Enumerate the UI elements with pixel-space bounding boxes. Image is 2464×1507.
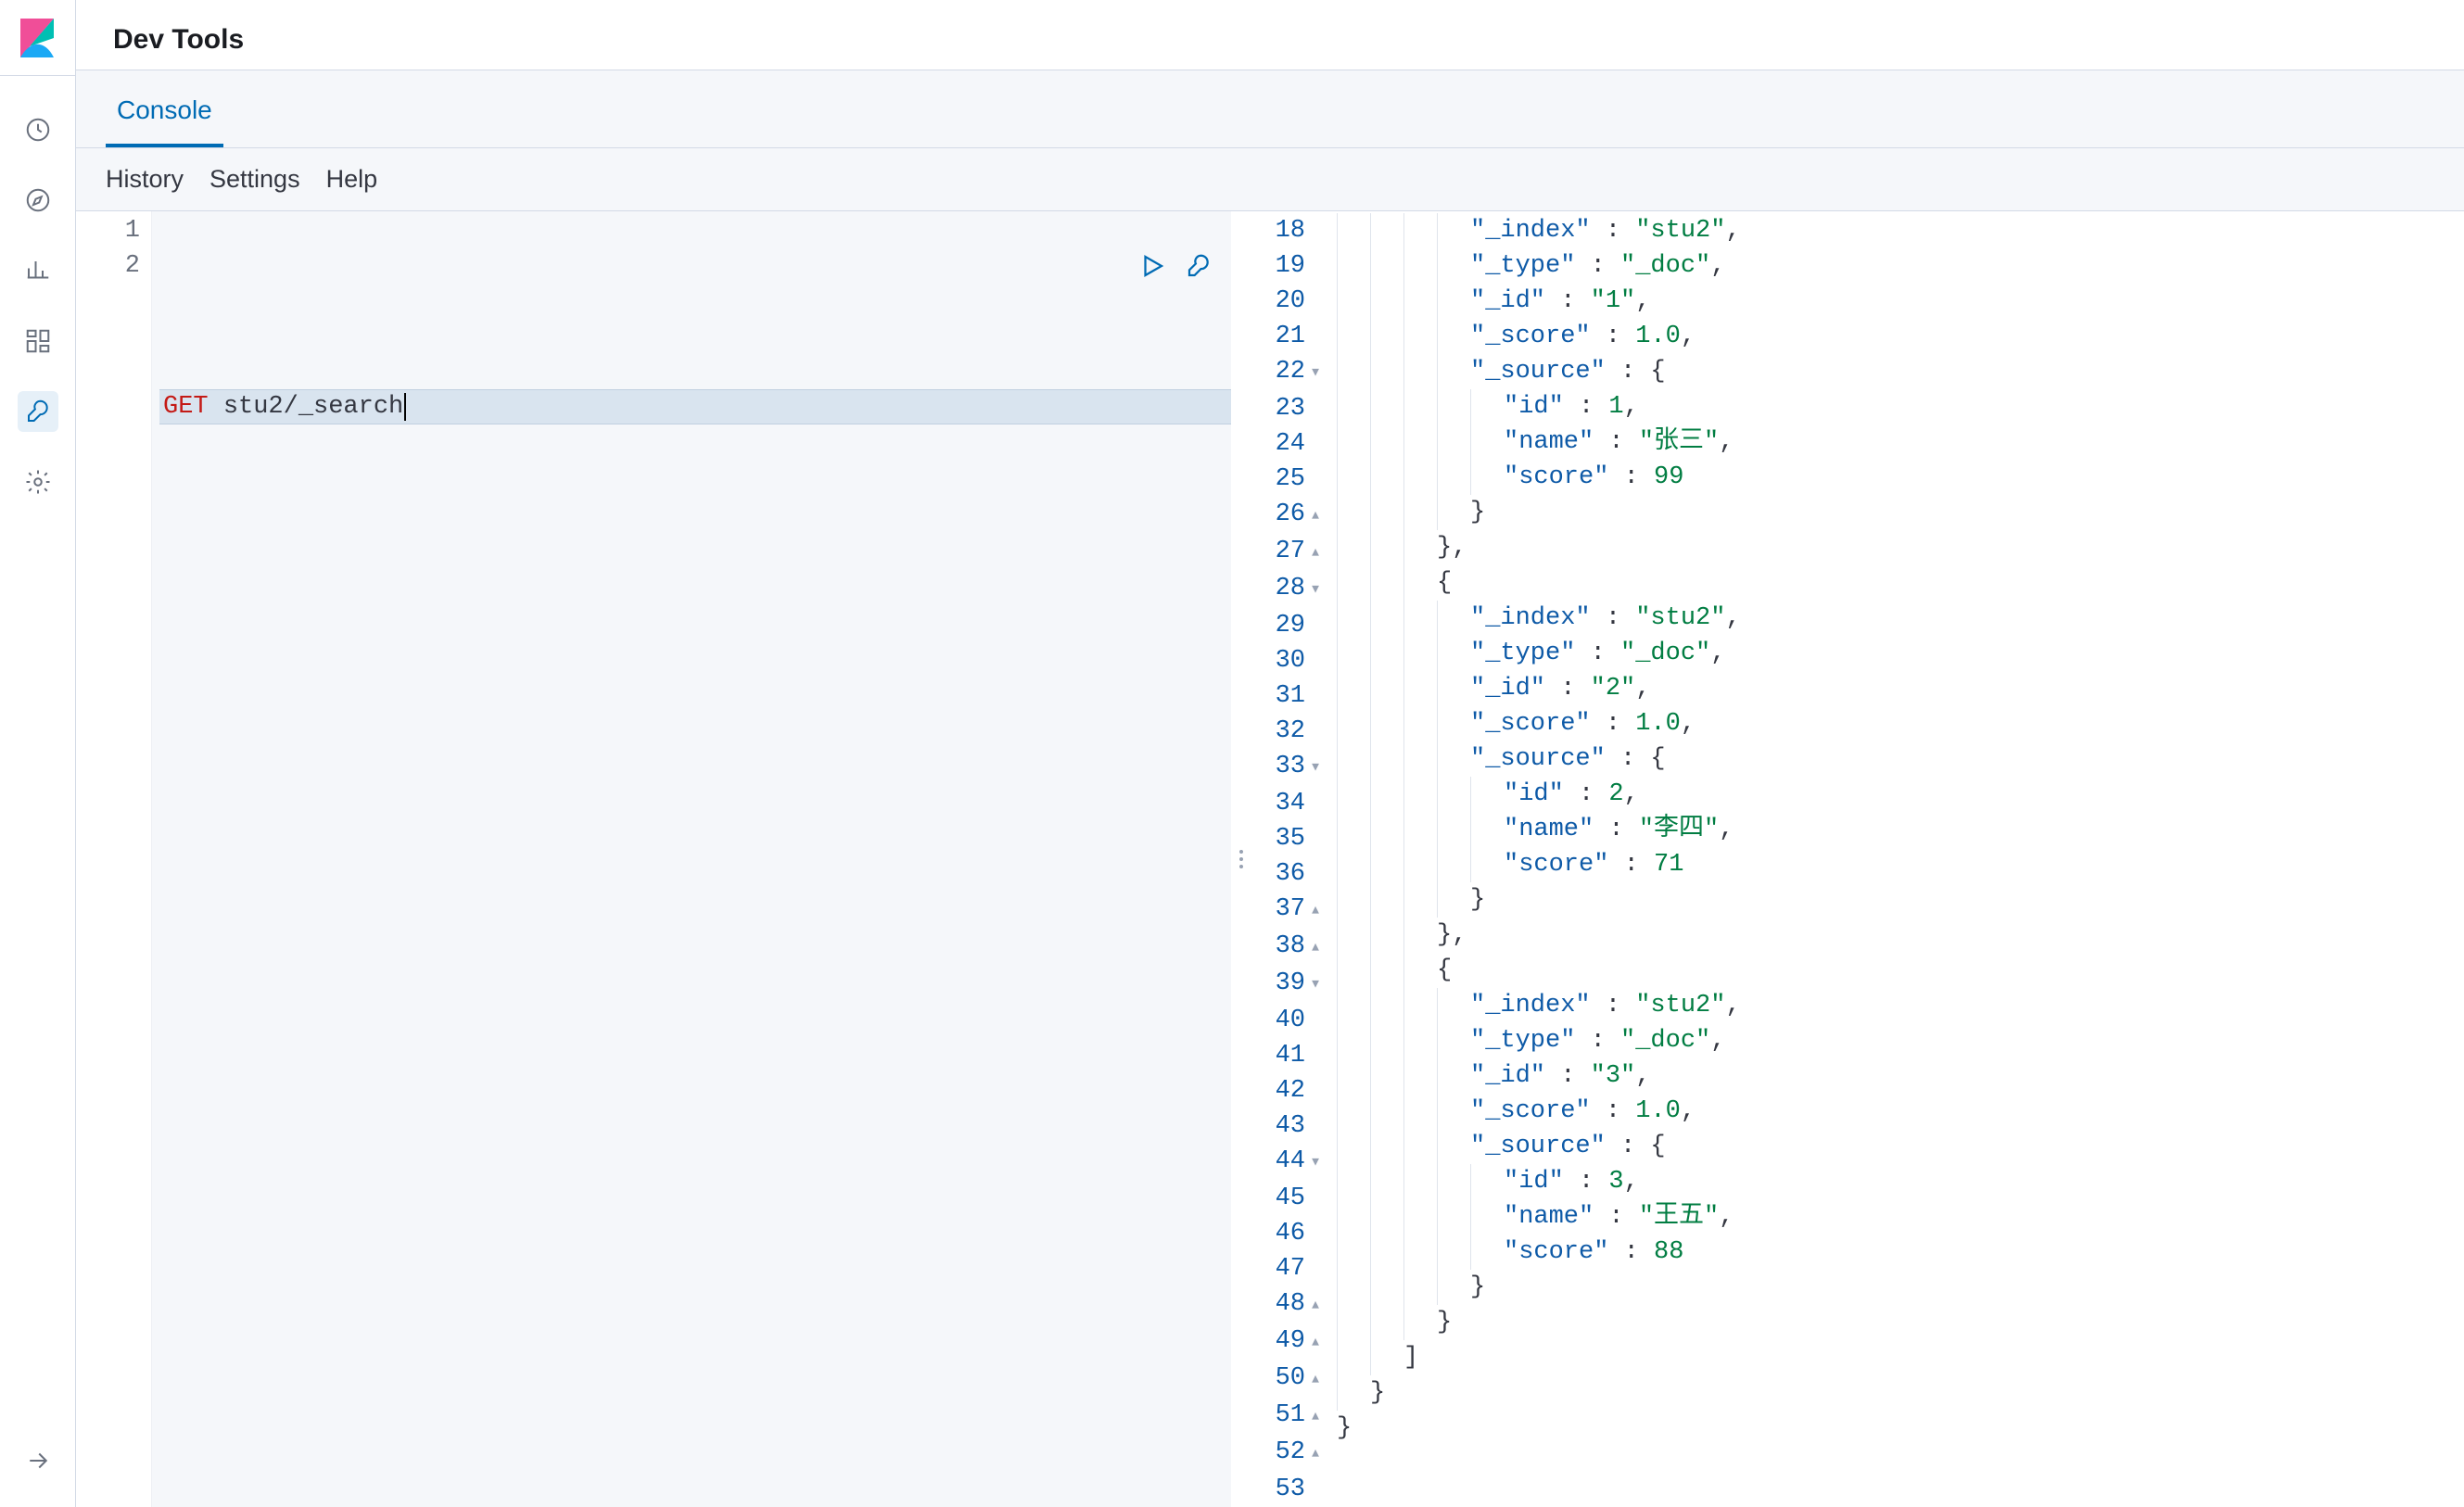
management-icon[interactable] <box>18 462 58 502</box>
left-nav-rail <box>0 0 76 1507</box>
request-path: stu2/_search <box>223 389 403 424</box>
collapse-icon[interactable] <box>18 1440 58 1481</box>
editor-line-active[interactable]: GET stu2/_search <box>159 389 1231 424</box>
editor-line[interactable] <box>159 284 1231 319</box>
wrench-icon[interactable] <box>1183 250 1214 282</box>
dashboard-icon[interactable] <box>18 321 58 361</box>
subtab-history[interactable]: History <box>106 165 184 194</box>
response-gutter: 1819202122▾23242526▴27▴28▾2930313233▾343… <box>1251 211 1331 1507</box>
request-editor[interactable]: GET stu2/_search <box>152 211 1231 1507</box>
page-title: Dev Tools <box>113 24 244 70</box>
kibana-logo[interactable] <box>0 0 76 76</box>
recent-icon[interactable] <box>18 109 58 150</box>
request-editor-pane: 12 GET stu2/_search <box>76 211 1231 1507</box>
text-cursor <box>404 393 406 421</box>
discover-icon[interactable] <box>18 180 58 221</box>
subtab-help[interactable]: Help <box>326 165 378 194</box>
console-subtabs: History Settings Help <box>76 148 2464 211</box>
tabs-bar: Console <box>76 70 2464 148</box>
line-actions <box>1137 250 1214 282</box>
response-pane: 1819202122▾23242526▴27▴28▾2930313233▾343… <box>1251 211 2464 1507</box>
tab-console[interactable]: Console <box>106 75 223 147</box>
run-request-icon[interactable] <box>1137 250 1168 282</box>
dev-tools-icon[interactable] <box>18 391 58 432</box>
response-output[interactable]: "_index" : "stu2","_type" : "_doc","_id"… <box>1331 211 2464 1507</box>
http-method: GET <box>163 389 209 424</box>
visualize-icon[interactable] <box>18 250 58 291</box>
page-header: Dev Tools <box>76 0 2464 70</box>
subtab-settings[interactable]: Settings <box>210 165 300 194</box>
pane-splitter[interactable] <box>1231 211 1251 1507</box>
editor-gutter: 12 <box>76 211 152 1507</box>
